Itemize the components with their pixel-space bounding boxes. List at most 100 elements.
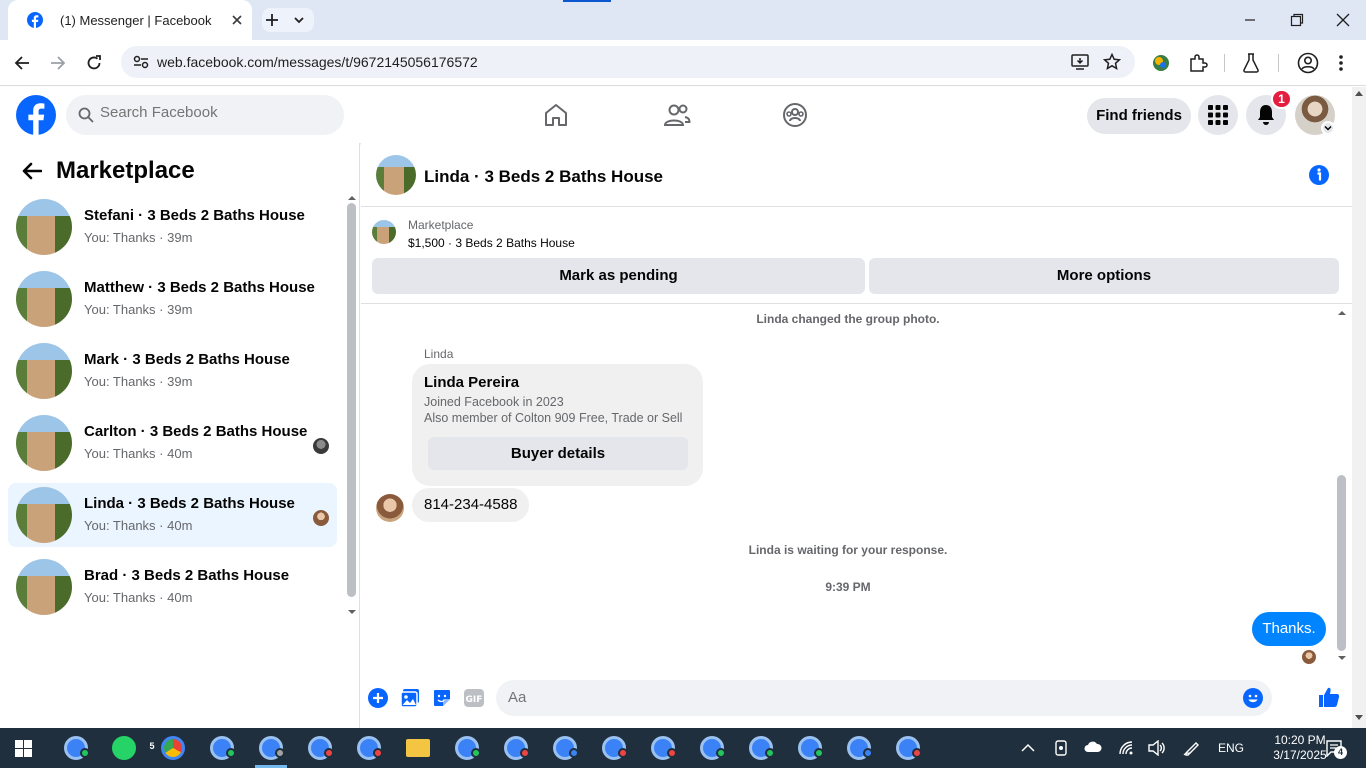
chrome-profile-taskbar-icon[interactable] bbox=[200, 728, 244, 768]
install-app-icon[interactable] bbox=[1071, 54, 1089, 70]
conversation-row[interactable]: Brad · 3 Beds 2 Baths House You: Thanks ·… bbox=[8, 555, 337, 619]
address-bar[interactable]: web.facebook.com/messages/t/967214505617… bbox=[121, 46, 1135, 78]
conversation-thumbnail bbox=[16, 271, 72, 327]
conversation-row[interactable]: Stefani · 3 Beds 2 Baths House You: Thank… bbox=[8, 195, 337, 259]
plus-icon[interactable] bbox=[265, 13, 279, 27]
home-icon[interactable] bbox=[543, 102, 569, 128]
close-tab-icon[interactable] bbox=[230, 13, 244, 27]
whatsapp-taskbar-icon[interactable] bbox=[102, 728, 146, 768]
friends-icon[interactable] bbox=[663, 102, 691, 128]
gif-icon[interactable]: GIF bbox=[463, 688, 485, 708]
conversation-header: Linda · 3 Beds 2 Baths House bbox=[361, 143, 1352, 207]
chrome-profile-taskbar-icon[interactable] bbox=[788, 728, 832, 768]
wifi-icon[interactable] bbox=[1118, 740, 1134, 756]
mark-as-pending-button[interactable]: Mark as pending bbox=[372, 258, 865, 294]
minimize-icon[interactable] bbox=[1244, 14, 1256, 26]
bookmark-star-icon[interactable] bbox=[1103, 53, 1121, 71]
toolbar-divider bbox=[1224, 54, 1225, 72]
find-friends-button[interactable]: Find friends bbox=[1087, 98, 1191, 134]
pen-icon[interactable] bbox=[1183, 740, 1201, 756]
system-clock[interactable]: 10:20 PM 3/17/2025 bbox=[1268, 733, 1332, 763]
volume-icon[interactable] bbox=[1148, 740, 1166, 756]
file-explorer-taskbar-icon[interactable] bbox=[396, 728, 440, 768]
onedrive-cloud-icon[interactable] bbox=[1084, 741, 1102, 753]
outgoing-message-bubble[interactable]: Thanks. bbox=[1252, 612, 1326, 646]
chrome-profile-taskbar-icon[interactable] bbox=[543, 728, 587, 768]
chevron-down-icon[interactable] bbox=[293, 14, 305, 26]
linda-avatar[interactable] bbox=[376, 494, 404, 522]
page-scrollbar[interactable] bbox=[1352, 87, 1366, 728]
chrome-profile-taskbar-icon[interactable] bbox=[347, 728, 391, 768]
site-settings-icon[interactable] bbox=[133, 55, 149, 69]
conversation-row[interactable]: Mark · 3 Beds 2 Baths House You: Thanks ·… bbox=[8, 339, 337, 403]
conversation-name: Carlton · 3 Beds 2 Baths House bbox=[84, 423, 308, 440]
message-composer[interactable] bbox=[496, 680, 1272, 716]
labs-flask-icon[interactable] bbox=[1242, 53, 1260, 73]
add-icon[interactable] bbox=[368, 688, 388, 708]
chrome-profile-taskbar-icon[interactable] bbox=[54, 728, 98, 768]
kebab-menu-icon[interactable] bbox=[1338, 54, 1344, 72]
chrome-profile-taskbar-icon[interactable] bbox=[837, 728, 881, 768]
reload-icon[interactable] bbox=[86, 55, 102, 71]
chrome-profile-taskbar-icon[interactable] bbox=[886, 728, 930, 768]
emoji-icon[interactable] bbox=[1243, 688, 1263, 708]
more-options-button[interactable]: More options bbox=[869, 258, 1339, 294]
profile-icon[interactable] bbox=[1297, 52, 1319, 74]
menu-button[interactable] bbox=[1198, 95, 1238, 135]
buyer-details-button[interactable]: Buyer details bbox=[428, 437, 688, 470]
close-window-icon[interactable] bbox=[1336, 13, 1350, 27]
chrome-profile-taskbar-icon[interactable] bbox=[494, 728, 538, 768]
chrome-profile-taskbar-icon[interactable] bbox=[249, 728, 293, 768]
like-thumbs-up-icon[interactable] bbox=[1318, 686, 1340, 708]
scroll-up-arrow-icon[interactable] bbox=[1355, 91, 1363, 96]
sidebar-scrollbar[interactable] bbox=[347, 203, 356, 597]
conversation-avatar[interactable] bbox=[376, 155, 416, 195]
chrome-profile-taskbar-icon[interactable] bbox=[445, 728, 489, 768]
scroll-down-arrow-icon[interactable] bbox=[347, 609, 357, 615]
search-input[interactable] bbox=[100, 104, 330, 121]
conversation-row[interactable]: Matthew · 3 Beds 2 Baths House You: Thank… bbox=[8, 267, 337, 331]
back-arrow-icon[interactable] bbox=[14, 55, 30, 71]
chevron-up-icon[interactable] bbox=[1021, 743, 1035, 753]
chrome-profile-taskbar-icon[interactable] bbox=[739, 728, 783, 768]
meet-now-icon[interactable] bbox=[1054, 740, 1068, 756]
info-icon[interactable] bbox=[1308, 164, 1330, 186]
conversation-title[interactable]: Linda · 3 Beds 2 Baths House bbox=[424, 167, 663, 187]
chrome-profile-taskbar-icon[interactable] bbox=[641, 728, 685, 768]
sidebar-title: Marketplace bbox=[56, 157, 195, 184]
scroll-up-arrow-icon[interactable] bbox=[347, 195, 357, 201]
buyer-profile-card: Linda Pereira Joined Facebook in 2023 Al… bbox=[412, 364, 703, 486]
back-arrow-icon[interactable] bbox=[22, 162, 42, 180]
account-chevron[interactable] bbox=[1321, 121, 1335, 135]
facebook-search-box[interactable] bbox=[66, 95, 344, 135]
groups-icon[interactable] bbox=[782, 102, 808, 128]
listing-thumbnail[interactable] bbox=[372, 220, 396, 244]
svg-text:GIF: GIF bbox=[466, 695, 483, 705]
scroll-down-arrow-icon[interactable] bbox=[1337, 655, 1347, 661]
sticker-icon[interactable] bbox=[432, 688, 452, 708]
facebook-logo-icon[interactable] bbox=[16, 95, 56, 135]
extension-globe-icon[interactable] bbox=[1152, 54, 1170, 72]
language-indicator[interactable]: ENG bbox=[1218, 741, 1244, 755]
chrome-profile-taskbar-icon[interactable] bbox=[592, 728, 636, 768]
message-bubble[interactable]: 814-234-4588 bbox=[412, 488, 529, 522]
browser-tab-strip: (1) Messenger | Facebook bbox=[0, 0, 1366, 40]
card-member: Also member of Colton 909 Free, Trade or… bbox=[424, 411, 683, 425]
photo-icon[interactable] bbox=[400, 688, 420, 708]
messages-scrollbar[interactable] bbox=[1337, 475, 1346, 651]
chrome-profile-taskbar-icon[interactable] bbox=[298, 728, 342, 768]
restore-icon[interactable] bbox=[1290, 13, 1304, 27]
browser-tab[interactable]: (1) Messenger | Facebook bbox=[8, 0, 252, 40]
conversation-preview: You: Thanks · 39m bbox=[84, 374, 193, 389]
chrome-profile-taskbar-icon[interactable] bbox=[690, 728, 734, 768]
message-input[interactable] bbox=[508, 689, 1248, 706]
forward-arrow-icon[interactable] bbox=[50, 55, 66, 71]
listing-detail[interactable]: $1,500 · 3 Beds 2 Baths House bbox=[408, 236, 575, 250]
conversation-row[interactable]: Linda · 3 Beds 2 Baths House You: Thanks … bbox=[8, 483, 337, 547]
scroll-down-arrow-icon[interactable] bbox=[1355, 715, 1363, 720]
scroll-up-arrow-icon[interactable] bbox=[1337, 310, 1347, 316]
extensions-puzzle-icon[interactable] bbox=[1188, 53, 1208, 73]
conversation-row[interactable]: Carlton · 3 Beds 2 Baths House You: Thank… bbox=[8, 411, 337, 475]
windows-start-icon[interactable] bbox=[15, 740, 32, 757]
waiting-notice: Linda is waiting for your response. bbox=[748, 543, 948, 557]
